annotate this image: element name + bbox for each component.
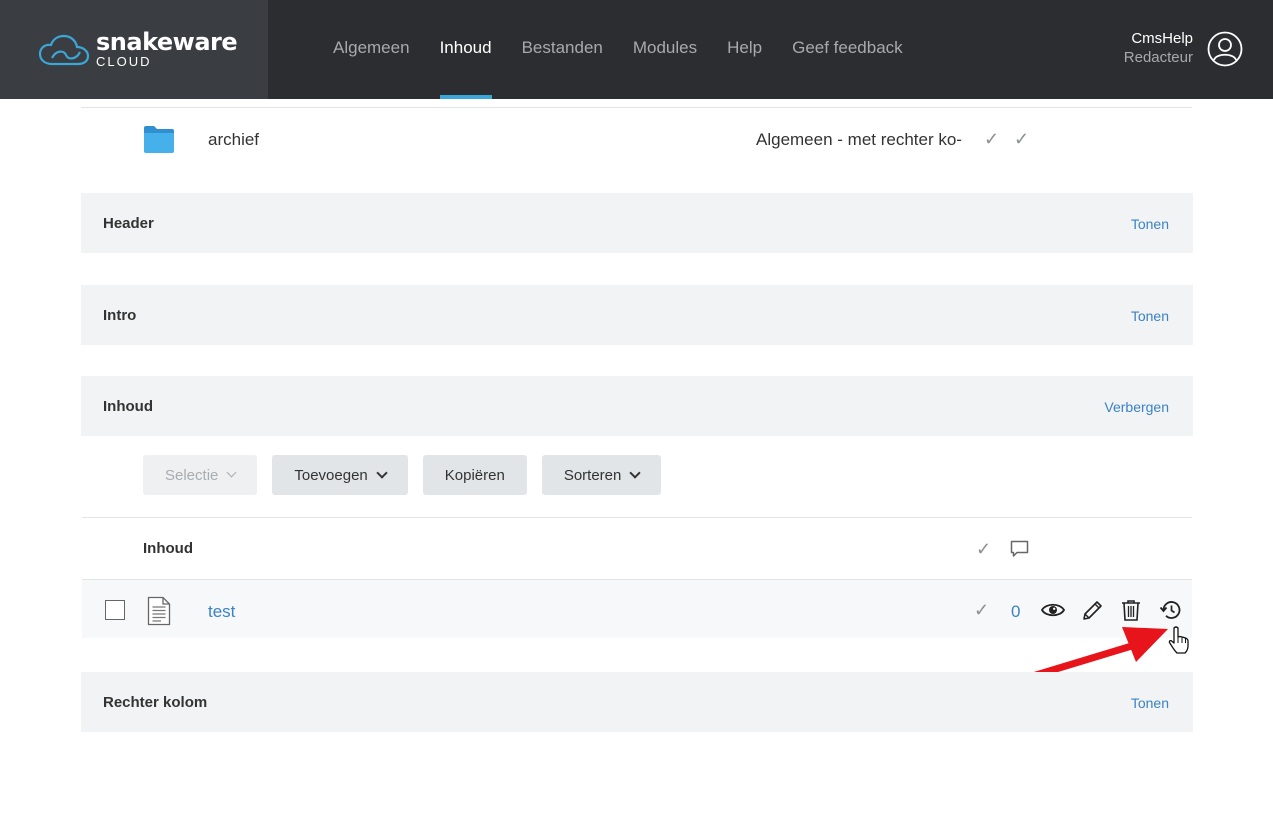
- folder-name: archief: [208, 130, 260, 149]
- check-icon: ✓: [974, 600, 990, 620]
- section-header: Header Tonen: [81, 193, 1193, 253]
- check-column-icon: ✓: [976, 539, 992, 559]
- hand-cursor-icon: [1168, 626, 1189, 654]
- divider: [82, 517, 1192, 518]
- user-role: Redacteur: [1123, 49, 1193, 66]
- check-icon: ✓: [1014, 129, 1030, 149]
- chevron-down-icon: [226, 467, 237, 478]
- folder-row[interactable]: archief Algemeen - met rechter ko- ✓ ✓: [81, 110, 1193, 170]
- sorteren-dropdown[interactable]: Sorteren: [541, 455, 662, 495]
- nav-feedback[interactable]: Geef feedback: [777, 0, 918, 99]
- user-info[interactable]: CmsHelp Redacteur: [1124, 30, 1193, 68]
- section-title: Inhoud: [103, 398, 153, 415]
- column-title: Inhoud: [143, 540, 193, 557]
- top-bar: snakeware CLOUD Algemeen Inhoud Bestande…: [0, 0, 1273, 99]
- check-icon: ✓: [984, 129, 1000, 149]
- user-avatar-icon[interactable]: [1207, 31, 1243, 67]
- nav-algemeen[interactable]: Algemeen: [318, 0, 425, 99]
- main-nav: Algemeen Inhoud Bestanden Modules Help G…: [318, 0, 918, 99]
- section-title: Header: [103, 215, 154, 232]
- section-rechter-kolom: Rechter kolom Tonen: [81, 672, 1193, 732]
- nav-bestanden[interactable]: Bestanden: [507, 0, 618, 99]
- toevoegen-label: Toevoegen: [294, 466, 368, 484]
- row-title-link[interactable]: test: [208, 602, 235, 622]
- kopieren-label: Kopiëren: [444, 466, 505, 484]
- row-checkbox[interactable]: [105, 600, 125, 620]
- chevron-down-icon: [376, 466, 388, 479]
- toggle-link[interactable]: Tonen: [1131, 216, 1169, 232]
- section-title: Intro: [103, 307, 137, 324]
- selectie-label: Selectie: [165, 466, 219, 484]
- section-title: Rechter kolom: [103, 694, 208, 711]
- toevoegen-dropdown[interactable]: Toevoegen: [272, 455, 408, 495]
- logo[interactable]: snakeware CLOUD: [0, 0, 268, 99]
- sorteren-label: Sorteren: [563, 466, 622, 484]
- brand-name: snakeware: [96, 28, 238, 56]
- chevron-down-icon: [629, 466, 642, 479]
- section-intro: Intro Tonen: [81, 285, 1193, 345]
- toggle-link[interactable]: Tonen: [1131, 695, 1169, 711]
- kopieren-button[interactable]: Kopiëren: [422, 455, 527, 495]
- brand-sub: CLOUD: [96, 54, 152, 69]
- user-name: CmsHelp: [1131, 30, 1193, 47]
- section-inhoud: Inhoud Verbergen: [81, 376, 1193, 436]
- nav-inhoud[interactable]: Inhoud: [425, 0, 507, 99]
- content-toolbar: Selectie Toevoegen Kopiëren Sorteren: [143, 455, 662, 495]
- document-icon: [147, 596, 171, 626]
- divider: [81, 107, 1192, 108]
- folder-template: Algemeen - met rechter ko-: [756, 130, 962, 149]
- toggle-link[interactable]: Tonen: [1131, 308, 1169, 324]
- cloud-logo-icon: [38, 34, 90, 66]
- selectie-dropdown[interactable]: Selectie: [143, 455, 258, 495]
- toggle-link[interactable]: Verbergen: [1104, 399, 1169, 415]
- nav-help[interactable]: Help: [712, 0, 777, 99]
- nav-modules[interactable]: Modules: [618, 0, 712, 99]
- folder-icon: [144, 126, 174, 153]
- comment-icon: [1010, 540, 1029, 557]
